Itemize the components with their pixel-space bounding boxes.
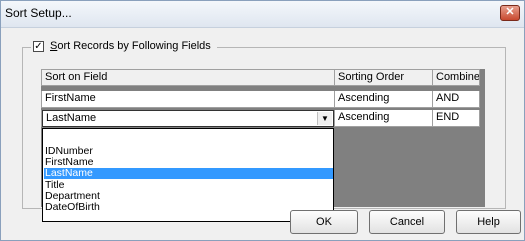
- dropdown-option-selected[interactable]: LastName: [44, 168, 333, 179]
- sort-records-option[interactable]: ✓ Sort Records by Following Fields: [31, 38, 217, 54]
- ok-button[interactable]: OK: [290, 210, 358, 234]
- dropdown-button[interactable]: ▼: [317, 112, 332, 125]
- cell-combine[interactable]: END: [433, 110, 480, 127]
- help-button[interactable]: Help: [456, 210, 521, 234]
- title-bar: Sort Setup... ✕: [1, 1, 524, 28]
- combobox-value: LastName: [46, 112, 97, 124]
- cancel-button[interactable]: Cancel: [369, 210, 445, 234]
- window-title: Sort Setup...: [5, 6, 72, 20]
- sort-records-checkbox[interactable]: ✓: [33, 40, 44, 52]
- table-row[interactable]: FirstName Ascending AND: [41, 91, 480, 108]
- close-button[interactable]: ✕: [500, 5, 520, 21]
- cell-sorting-order[interactable]: Ascending: [335, 110, 433, 127]
- column-header-combine[interactable]: Combine: [433, 69, 480, 86]
- checkmark-icon: ✓: [34, 40, 43, 52]
- column-header-sort-field[interactable]: Sort on Field: [41, 69, 335, 86]
- sort-field-combobox[interactable]: LastName ▼: [42, 110, 334, 127]
- field-dropdown-list[interactable]: IDNumber FirstName LastName Title Depart…: [42, 128, 334, 222]
- cell-sort-field[interactable]: FirstName: [41, 91, 335, 108]
- cell-sorting-order[interactable]: Ascending: [335, 91, 433, 108]
- dropdown-option-blank[interactable]: [44, 132, 333, 143]
- chevron-down-icon: ▼: [321, 114, 329, 123]
- cell-combine[interactable]: AND: [433, 91, 480, 108]
- close-icon: ✕: [505, 6, 515, 18]
- column-header-sorting-order[interactable]: Sorting Order: [335, 69, 433, 86]
- sort-records-label: Sort Records by Following Fields: [50, 40, 211, 52]
- grid-header: Sort on Field Sorting Order Combine: [41, 69, 480, 86]
